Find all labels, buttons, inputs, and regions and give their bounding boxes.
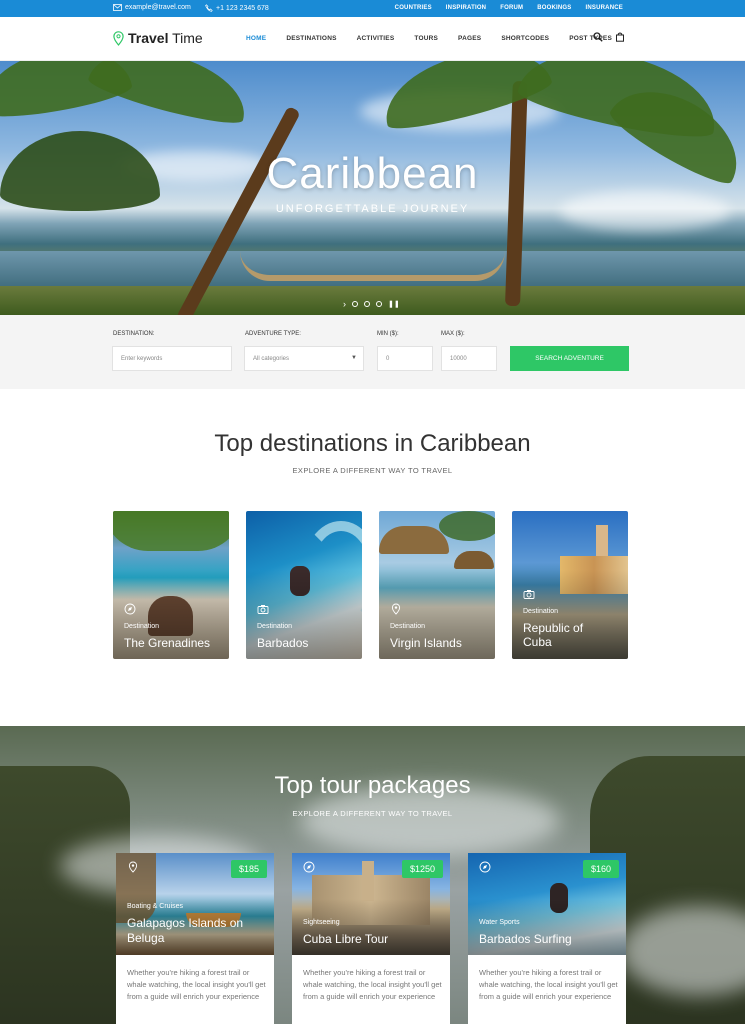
max-price-input[interactable]: 10000: [441, 346, 497, 371]
tour-image: $185 Boating & Cruises Galapagos Islands…: [116, 853, 274, 955]
hero-subtitle: UNFORGETTABLE JOURNEY: [275, 203, 470, 215]
card-name: Barbados: [257, 636, 309, 650]
envelope-icon: [113, 4, 122, 11]
nav-pages[interactable]: PAGES: [458, 35, 481, 42]
min-price-input[interactable]: 0: [377, 346, 433, 371]
card-category: Destination: [257, 623, 293, 630]
toplink-inspiration[interactable]: INSPIRATION: [446, 5, 486, 11]
email-contact[interactable]: example@travel.com: [113, 4, 191, 11]
search-adventure-button[interactable]: SEARCH ADVENTURE: [510, 346, 629, 371]
destination-label: DESTINATION:: [113, 331, 155, 337]
card-category: Destination: [124, 623, 160, 630]
tour-description: Whether you're hiking a forest trail or …: [303, 968, 442, 1001]
tour-category: Water Sports: [479, 919, 520, 926]
header-icons: [593, 32, 625, 42]
search-panel: DESTINATION: Enter keywords ADVENTURE TY…: [0, 315, 745, 389]
destination-input[interactable]: Enter keywords: [112, 346, 232, 371]
parasol: [379, 526, 449, 554]
max-price-label: MAX ($):: [441, 331, 465, 337]
destination-card-barbados[interactable]: Destination Barbados: [246, 511, 362, 659]
camera-icon: [523, 590, 535, 599]
card-category: Destination: [390, 623, 426, 630]
brand-bold: Travel: [128, 30, 169, 46]
hero-title: Caribbean: [266, 149, 479, 198]
brand-rest: Time: [168, 30, 203, 46]
tour-description: Whether you're hiking a forest trail or …: [479, 968, 618, 1001]
compass-icon: [479, 861, 491, 873]
slide-dot[interactable]: [352, 301, 358, 307]
phone-text: +1 123 2345 678: [216, 4, 269, 12]
compass-icon: [124, 603, 136, 615]
palm-leaves: [113, 511, 229, 551]
bag-icon[interactable]: [615, 32, 625, 42]
nav-shortcodes[interactable]: SHORTCODES: [501, 35, 549, 42]
tour-name: Cuba Libre Tour: [303, 932, 389, 946]
nav-destinations[interactable]: DESTINATIONS: [286, 35, 336, 42]
nav-tours[interactable]: TOURS: [414, 35, 438, 42]
tour-category: Sightseeing: [303, 919, 340, 926]
logo[interactable]: Travel Time: [113, 30, 203, 46]
price-badge: $160: [582, 860, 619, 878]
nav-activities[interactable]: ACTIVITIES: [357, 35, 395, 42]
card-name: The Grenadines: [124, 636, 211, 650]
tour-image: $160 Water Sports Barbados Surfing: [468, 853, 626, 955]
tour-card-barbados-surfing[interactable]: $160 Water Sports Barbados Surfing Wheth…: [468, 853, 626, 1024]
parasol: [454, 551, 494, 569]
search-icon[interactable]: [593, 32, 603, 42]
adventure-type-value: All categories: [253, 356, 290, 362]
destination-card-virgin-islands[interactable]: Destination Virgin Islands: [379, 511, 495, 659]
map-pin-logo-icon: [113, 30, 124, 46]
slider-controls: › ❚❚: [343, 299, 400, 309]
top-links: COUNTRIES INSPIRATION FORUM BOOKINGS INS…: [395, 5, 623, 11]
destination-card-cuba[interactable]: Destination Republic of Cuba: [512, 511, 628, 659]
brand-name: Travel Time: [128, 30, 203, 46]
top-bar: example@travel.com +1 123 2345 678 COUNT…: [0, 0, 745, 17]
main-nav: HOME DESTINATIONS ACTIVITIES TOURS PAGES…: [246, 35, 612, 42]
next-slide-icon[interactable]: ›: [343, 299, 346, 309]
toplink-insurance[interactable]: INSURANCE: [586, 5, 623, 11]
hammock: [240, 251, 505, 281]
tour-category: Boating & Cruises: [127, 903, 184, 910]
card-name: Republic of Cuba: [523, 621, 584, 649]
tour-image: $1250 Sightseeing Cuba Libre Tour: [292, 853, 450, 955]
pause-icon[interactable]: ❚❚: [388, 300, 400, 308]
map-pin-icon: [128, 861, 138, 873]
destinations-subtitle: EXPLORE A DIFFERENT WAY TO TRAVEL: [292, 466, 453, 475]
main-header: Travel Time HOME DESTINATIONS ACTIVITIES…: [0, 17, 745, 61]
cliff-left: [0, 766, 130, 1024]
card-category: Destination: [523, 608, 559, 615]
compass-icon: [303, 861, 315, 873]
tour-name: Galapagos Islands on Beluga: [127, 916, 244, 945]
tours-title: Top tour packages: [274, 772, 471, 799]
palm-crown: [439, 511, 495, 541]
phone-contact[interactable]: +1 123 2345 678: [205, 4, 269, 12]
min-price-label: MIN ($):: [377, 331, 399, 337]
email-text: example@travel.com: [125, 4, 191, 11]
slide-dot[interactable]: [364, 301, 370, 307]
chevron-down-icon: ▼: [351, 355, 357, 361]
phone-icon: [205, 4, 213, 12]
nav-home[interactable]: HOME: [246, 35, 266, 42]
price-badge: $1250: [401, 860, 443, 878]
toplink-countries[interactable]: COUNTRIES: [395, 5, 432, 11]
slide-dot[interactable]: [376, 301, 382, 307]
map-pin-icon: [391, 603, 401, 615]
tour-card-galapagos[interactable]: $185 Boating & Cruises Galapagos Islands…: [116, 853, 274, 1024]
destination-card-grenadines[interactable]: Destination The Grenadines: [113, 511, 229, 659]
card-name: Virgin Islands: [390, 636, 462, 650]
hero-slider: Caribbean UNFORGETTABLE JOURNEY › ❚❚: [0, 61, 745, 315]
toplink-bookings[interactable]: BOOKINGS: [537, 5, 571, 11]
adventure-type-select[interactable]: All categories ▼: [244, 346, 364, 371]
camera-icon: [257, 605, 269, 614]
tour-card-cuba-libre[interactable]: $1250 Sightseeing Cuba Libre Tour Whethe…: [292, 853, 450, 1024]
tower-figure: [362, 861, 374, 901]
toplink-forum[interactable]: FORUM: [500, 5, 523, 11]
tours-subtitle: EXPLORE A DIFFERENT WAY TO TRAVEL: [292, 809, 453, 818]
tour-name: Barbados Surfing: [479, 932, 572, 946]
tour-description: Whether you're hiking a forest trail or …: [127, 968, 266, 1001]
adventure-type-label: ADVENTURE TYPE:: [245, 331, 301, 337]
destinations-title: Top destinations in Caribbean: [214, 430, 531, 457]
price-badge: $185: [230, 860, 267, 878]
